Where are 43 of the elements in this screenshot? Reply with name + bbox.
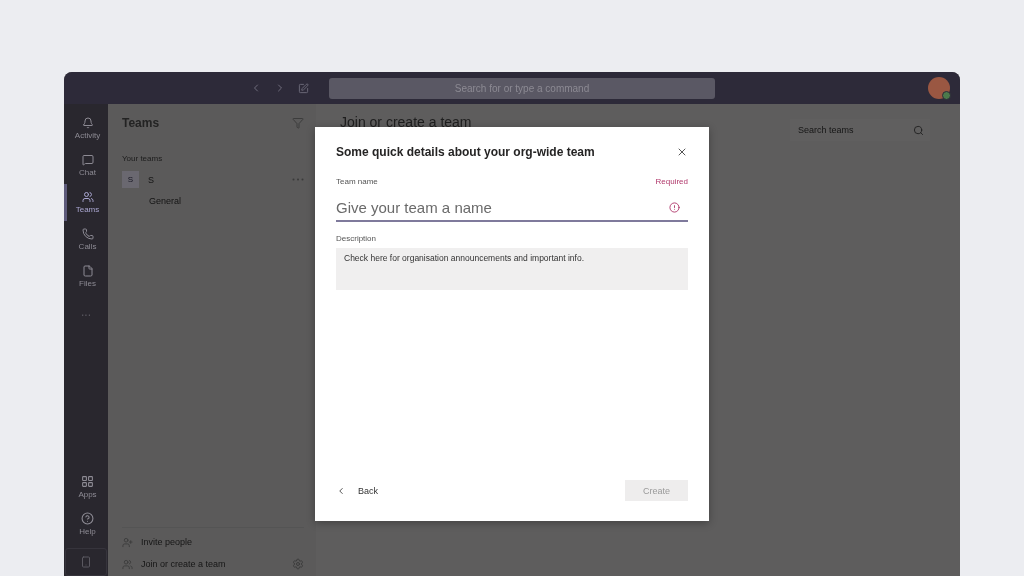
- description-field[interactable]: Check here for organisation announcements and important info.: [336, 248, 688, 290]
- chat-icon: [81, 154, 94, 166]
- rail-item[interactable]: Activity: [64, 110, 108, 147]
- rail-label: Chat: [79, 168, 96, 177]
- file-icon: [81, 265, 94, 277]
- alert-icon: [669, 202, 680, 213]
- rail-label: Files: [79, 279, 96, 288]
- people-icon: [81, 191, 94, 203]
- page-heading: Join or create a team: [340, 114, 472, 130]
- user-avatar[interactable]: [928, 77, 950, 99]
- close-button[interactable]: [676, 146, 688, 158]
- people-icon: [122, 558, 133, 570]
- rail-label: Activity: [74, 131, 101, 140]
- channel-item[interactable]: General: [149, 196, 182, 206]
- phone-icon: [80, 556, 92, 568]
- rail-item[interactable]: Chat: [64, 147, 108, 184]
- team-avatar: S: [122, 171, 139, 188]
- field-label: Team name: [336, 177, 378, 186]
- mobile-button[interactable]: [65, 548, 107, 576]
- help-icon: [81, 511, 94, 525]
- filter-icon[interactable]: [292, 117, 304, 129]
- dialog-title: Some quick details about your org-wide team: [336, 145, 595, 159]
- rail-label: Teams: [75, 205, 100, 214]
- required-note: Required: [655, 177, 688, 186]
- sidebar-title: Teams: [122, 116, 160, 130]
- rail-label: Calls: [78, 242, 97, 251]
- phone-icon: [81, 228, 94, 240]
- rail-item[interactable]: Apps: [64, 468, 108, 505]
- rail-item[interactable]: Help: [64, 505, 108, 542]
- bell-icon: [81, 117, 94, 129]
- search-icon[interactable]: [913, 124, 924, 136]
- rail-item[interactable]: Files: [64, 258, 108, 295]
- team-name-field[interactable]: Give your team a name: [336, 194, 688, 222]
- back-button[interactable]: Back: [336, 485, 378, 496]
- chevron-left-icon: [336, 485, 346, 496]
- grid-icon: [81, 474, 94, 488]
- rail-label: Apps: [78, 489, 97, 499]
- rail-label: Help: [79, 526, 96, 536]
- settings-icon[interactable]: [292, 558, 304, 570]
- compose-icon[interactable]: [298, 82, 309, 94]
- rail-item[interactable]: Calls: [64, 221, 108, 258]
- field-label: Description: [336, 234, 376, 243]
- person-add-icon: [122, 536, 133, 548]
